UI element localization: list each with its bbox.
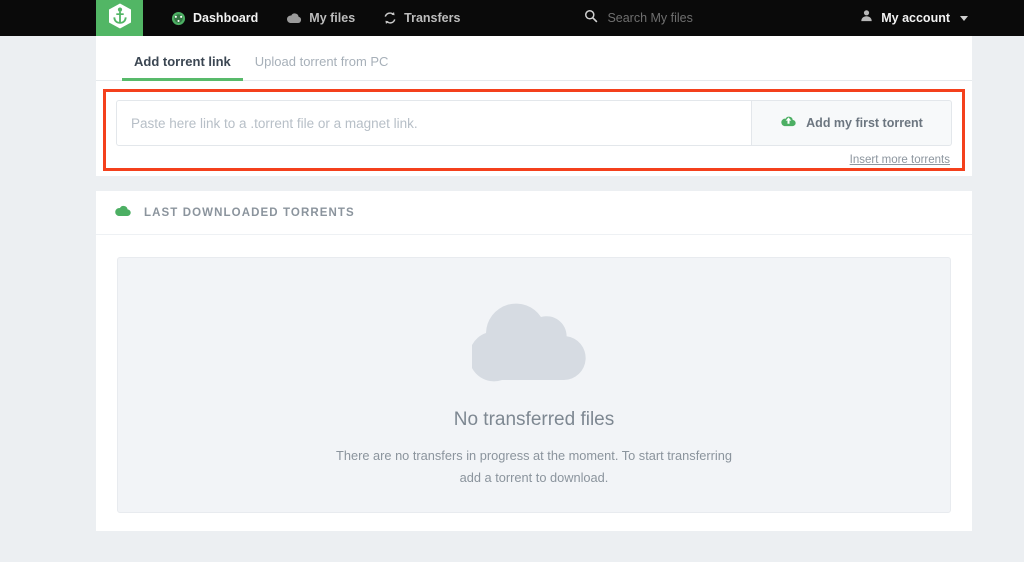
- add-my-first-torrent-button[interactable]: Add my first torrent: [752, 100, 952, 146]
- anchor-hexagon-logo-icon: [107, 2, 133, 35]
- add-torrent-highlight: Add my first torrent Insert more torrent…: [103, 89, 965, 171]
- nav-item-dashboard-label: Dashboard: [193, 11, 259, 25]
- nav-links: Dashboard My files Transfers: [143, 0, 474, 36]
- section-title: LAST DOWNLOADED TORRENTS: [144, 206, 355, 219]
- search-input[interactable]: Search My files: [607, 11, 692, 25]
- account-menu-label: My account: [881, 11, 950, 25]
- empty-state-title: No transferred files: [453, 409, 615, 430]
- nav-item-transfers[interactable]: Transfers: [369, 0, 474, 36]
- empty-state: No transferred files There are no transf…: [117, 257, 951, 513]
- tab-add-torrent-link[interactable]: Add torrent link: [122, 54, 243, 81]
- add-torrent-panel: Add my first torrent Insert more torrent…: [96, 81, 972, 176]
- insert-more-row: Insert more torrents: [116, 146, 952, 166]
- cloud-icon: [286, 12, 302, 24]
- top-navigation-bar: Dashboard My files Transfers Search My f…: [0, 0, 1024, 36]
- torrent-link-input[interactable]: [116, 100, 752, 146]
- tab-upload-torrent-from-pc-label: Upload torrent from PC: [254, 54, 389, 69]
- speedometer-icon: [171, 11, 186, 26]
- nav-left-spacer: [0, 0, 96, 36]
- search-box[interactable]: Search My files: [584, 0, 693, 36]
- cloud-icon: [114, 204, 132, 222]
- empty-state-description: There are no transfers in progress at th…: [336, 448, 732, 486]
- nav-item-my-files-label: My files: [309, 11, 356, 25]
- empty-state-wrapper: No transferred files There are no transf…: [96, 235, 972, 531]
- tab-add-torrent-link-label: Add torrent link: [134, 54, 231, 69]
- tab-upload-torrent-from-pc[interactable]: Upload torrent from PC: [243, 54, 401, 80]
- tab-bar: Add torrent link Upload torrent from PC: [96, 36, 972, 81]
- chevron-down-icon: [960, 15, 968, 21]
- cloud-upload-icon: [780, 114, 797, 132]
- nav-item-transfers-label: Transfers: [404, 11, 461, 25]
- search-icon: [584, 9, 598, 28]
- nav-item-my-files[interactable]: My files: [272, 0, 369, 36]
- panel-separator: [96, 176, 972, 191]
- last-downloaded-torrents-panel: LAST DOWNLOADED TORRENTS No transferred …: [96, 191, 972, 531]
- app-logo[interactable]: [96, 0, 143, 36]
- cloud-illustration-icon: [469, 280, 596, 395]
- add-torrent-input-row: Add my first torrent: [116, 100, 952, 146]
- user-icon: [860, 9, 873, 27]
- section-header: LAST DOWNLOADED TORRENTS: [96, 191, 972, 235]
- sync-arrows-icon: [383, 11, 397, 25]
- insert-more-torrents-link[interactable]: Insert more torrents: [850, 154, 950, 166]
- nav-item-dashboard[interactable]: Dashboard: [157, 0, 272, 36]
- add-my-first-torrent-label: Add my first torrent: [806, 116, 923, 130]
- page-content: Add torrent link Upload torrent from PC: [96, 36, 972, 562]
- account-menu[interactable]: My account: [860, 0, 968, 36]
